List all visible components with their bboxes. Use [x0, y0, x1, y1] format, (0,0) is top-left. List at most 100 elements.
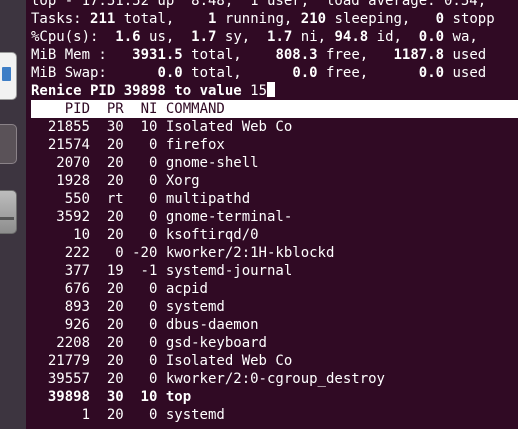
pr-cell: 20 [106, 227, 124, 243]
mem-free: 808.3 [275, 47, 318, 63]
cpu-us-label: us, [140, 29, 192, 45]
pid-cell: 926 [64, 317, 90, 333]
tasks-total-label: total, [115, 11, 200, 27]
renice-value-input[interactable]: 15 [250, 83, 267, 99]
command-cell: systemd [165, 299, 225, 315]
app-icon[interactable] [0, 124, 17, 164]
pid-cell: 21855 [47, 119, 90, 135]
tasks-sleeping-label: sleeping, [326, 11, 436, 27]
swap-label: MiB Swap: [31, 65, 158, 81]
command-cell: kworker/2:1H-kblockd [165, 245, 335, 261]
cpu-sy-label: sy, [216, 29, 268, 45]
pid-cell: 676 [64, 281, 90, 297]
command-cell: Isolated Web Co [165, 119, 293, 135]
pr-cell: 20 [106, 335, 124, 351]
mem-used-label: used [444, 47, 487, 63]
process-row: 21574 20 0 firefox [31, 136, 225, 154]
process-row: 1928 20 0 Xorg [31, 172, 199, 190]
ni-cell: 0 [148, 209, 158, 225]
command-cell: top [165, 389, 192, 405]
uptime-line: top - 17:51:52 up 8:48, 1 user, load ave… [31, 0, 486, 10]
cpu-id: 94.8 [334, 29, 369, 45]
ni-cell: 10 [140, 389, 158, 405]
document-icon[interactable] [0, 52, 17, 100]
pr-cell: 30 [106, 119, 124, 135]
ni-cell: 0 [148, 227, 158, 243]
pr-cell: 20 [106, 317, 124, 333]
swap-total: 0.0 [157, 65, 183, 81]
process-row: 1 20 0 systemd [31, 406, 225, 424]
pr-cell: 20 [106, 407, 124, 423]
command-cell: systemd-journal [165, 263, 293, 279]
process-row: 39898 30 10 top [31, 388, 191, 406]
ni-cell: 0 [148, 155, 158, 171]
process-row: 3592 20 0 gnome-terminal- [31, 208, 292, 226]
process-row: 926 20 0 dbus-daemon [31, 316, 259, 334]
uptime-text: top - 17:51:52 up 8:48, 1 user, load ave… [31, 0, 487, 9]
pr-cell: 20 [106, 353, 124, 369]
cpu-id-label: id, [368, 29, 419, 45]
command-cell: systemd [165, 407, 225, 423]
ni-cell: -20 [132, 245, 158, 261]
cpu-line: %Cpu(s): 1.6 us, 1.7 sy, 1.7 ni, 94.8 id… [31, 28, 478, 46]
command-cell: gnome-terminal- [165, 209, 293, 225]
ni-cell: 0 [148, 137, 158, 153]
ni-cell: 0 [148, 317, 158, 333]
mem-total-label: total, [182, 47, 276, 63]
ni-cell: -1 [140, 263, 158, 279]
process-row: 550 rt 0 multipathd [31, 190, 250, 208]
tasks-running-label: running, [216, 11, 301, 27]
pid-cell: 21574 [47, 137, 90, 153]
ni-cell: 0 [148, 173, 158, 189]
pr-cell: 20 [106, 137, 124, 153]
ni-cell: 10 [140, 119, 158, 135]
command-cell: gnome-shell [165, 155, 259, 171]
process-row: 893 20 0 systemd [31, 298, 225, 316]
process-row: 10 20 0 ksoftirqd/0 [31, 226, 259, 244]
process-table-header: PID PR NI COMMAND [31, 100, 518, 118]
command-cell: acpid [165, 281, 208, 297]
ni-cell: 0 [148, 299, 158, 315]
pid-cell: 39557 [47, 371, 90, 387]
pid-cell: 10 [73, 227, 90, 243]
text-cursor [267, 82, 276, 97]
tasks-sleeping: 210 [300, 11, 327, 27]
tasks-label: Tasks: [31, 11, 82, 27]
launcher-dock [0, 0, 26, 429]
swap-line: MiB Swap: 0.0 total, 0.0 free, 0.0 used [31, 64, 486, 82]
mem-free-label: free, [317, 47, 394, 63]
swap-total-label: total, [182, 65, 293, 81]
cpu-wa: 0.0 [418, 29, 445, 45]
mem-label: MiB Mem : [31, 47, 133, 63]
pid-cell: 21779 [47, 353, 90, 369]
command-cell: dbus-daemon [165, 317, 259, 333]
process-row: 21855 30 10 Isolated Web Co [31, 118, 292, 136]
process-row: 676 20 0 acpid [31, 280, 208, 298]
cpu-ni-label: ni, [292, 29, 335, 45]
ni-cell: 0 [148, 191, 158, 207]
mem-total: 3931.5 [132, 47, 183, 63]
pid-cell: 1 [81, 407, 90, 423]
terminal-window[interactable]: top - 17:51:52 up 8:48, 1 user, load ave… [26, 0, 518, 429]
process-row: 21779 20 0 Isolated Web Co [31, 352, 292, 370]
pid-cell: 2208 [56, 335, 90, 351]
pr-cell: 20 [106, 209, 124, 225]
pid-cell: 2070 [56, 155, 90, 171]
pid-cell: 550 [64, 191, 90, 207]
ni-cell: 0 [148, 407, 158, 423]
ni-cell: 0 [148, 281, 158, 297]
renice-prompt: Renice PID 39898 to value 15 [31, 82, 276, 100]
pid-cell: 3592 [56, 209, 90, 225]
disk-icon[interactable] [0, 190, 17, 234]
pr-cell: 19 [106, 263, 124, 279]
tasks-stopped: 0 [435, 11, 445, 27]
pid-cell: 377 [64, 263, 90, 279]
command-cell: gsd-keyboard [165, 335, 267, 351]
ni-cell: 0 [148, 335, 158, 351]
tasks-total: 211 [90, 11, 116, 27]
command-cell: ksoftirqd/0 [165, 227, 259, 243]
command-cell: firefox [165, 137, 225, 153]
process-row: 39557 20 0 kworker/2:0-cgroup_destroy [31, 370, 385, 388]
process-row: 2208 20 0 gsd-keyboard [31, 334, 267, 352]
process-row: 2070 20 0 gnome-shell [31, 154, 259, 172]
